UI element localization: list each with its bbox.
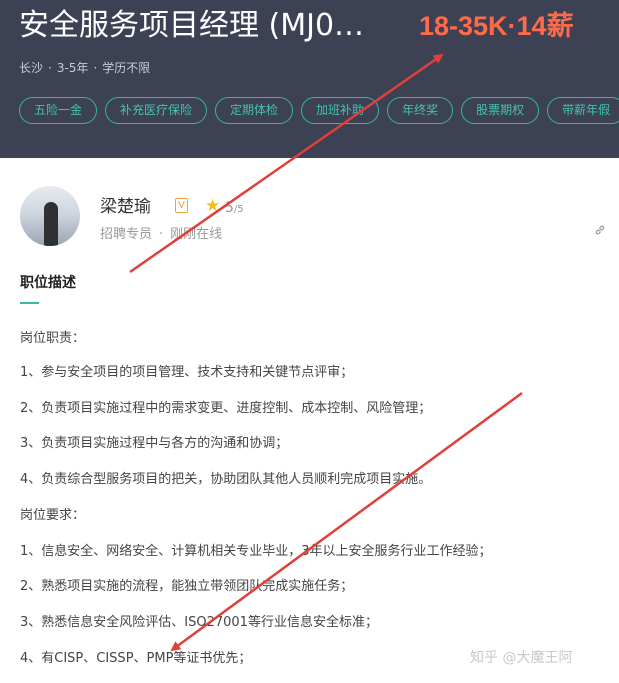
job-education: 学历不限 [102, 61, 151, 75]
section-underline [20, 302, 39, 304]
link-icon[interactable] [594, 224, 606, 241]
description-line: 4、有CISP、CISSP、PMP等证书优先； [20, 651, 252, 666]
annotation-arrow-certificates [170, 391, 523, 652]
description-line: 4、负责综合型服务项目的把关，协助团队其他人员顺利完成项目实施。 [20, 472, 432, 487]
job-title: 安全服务项目经理 (MJ0… [19, 8, 365, 43]
recruiter-status: 刚刚在线 [170, 227, 223, 242]
description-line: 2、熟悉项目实施的流程，能独立带领团队完成实施任务； [20, 579, 354, 594]
description-line: 岗位职责： [20, 331, 86, 346]
benefit-tag: 股票期权 [461, 97, 540, 124]
recruiter-avatar[interactable] [20, 186, 80, 246]
description-line: 岗位要求： [20, 508, 86, 523]
benefit-tag: 五险一金 [19, 97, 98, 124]
job-header: 安全服务项目经理 (MJ0… 18-35K·14薪 长沙 · 3-5年 · 学历不限 五… [0, 0, 619, 158]
recruiter-role: 招聘专员 [100, 227, 153, 242]
description-line: 2、负责项目实施过程中的需求变更、进度控制、成本控制、风险管理； [20, 401, 432, 416]
job-experience: 3-5年 [56, 61, 89, 75]
benefit-tag: 补充医疗保险 [105, 97, 208, 124]
avatar-figure [44, 202, 58, 246]
description-line: 3、负责项目实施过程中与各方的沟通和协调； [20, 436, 289, 451]
star-icon: ★ [205, 196, 221, 216]
benefit-tag: 加班补助 [301, 97, 380, 124]
rating-max: /5 [233, 204, 244, 215]
benefit-tag: 带薪年假 [547, 97, 619, 124]
rating-value: 5 [225, 200, 234, 216]
description-line: 3、熟悉信息安全风险评估、ISO27001等行业信息安全标准； [20, 615, 378, 630]
job-location: 长沙 [19, 61, 44, 75]
benefit-tag: 定期体检 [215, 97, 294, 124]
benefit-tags: 五险一金 补充医疗保险 定期体检 加班补助 年终奖 股票期权 带薪年假 [19, 97, 619, 124]
watermark: 知乎 @大魔王阿 [470, 650, 573, 666]
description-line: 1、信息安全、网络安全、计算机相关专业毕业，3年以上安全服务行业工作经验； [20, 544, 492, 559]
recruiter-info: 招聘专员 · 刚刚在线 [100, 227, 223, 242]
section-title: 职位描述 [20, 275, 76, 291]
verified-badge-icon: V [175, 198, 188, 213]
job-meta: 长沙 · 3-5年 · 学历不限 [19, 61, 151, 75]
recruiter-rating: 5/5 [225, 198, 244, 220]
recruiter-name[interactable]: 梁楚瑜 [100, 195, 151, 219]
description-line: 1、参与安全项目的项目管理、技术支持和关键节点评审； [20, 365, 354, 380]
benefit-tag: 年终奖 [387, 97, 454, 124]
salary: 18-35K·14薪 [419, 11, 574, 41]
